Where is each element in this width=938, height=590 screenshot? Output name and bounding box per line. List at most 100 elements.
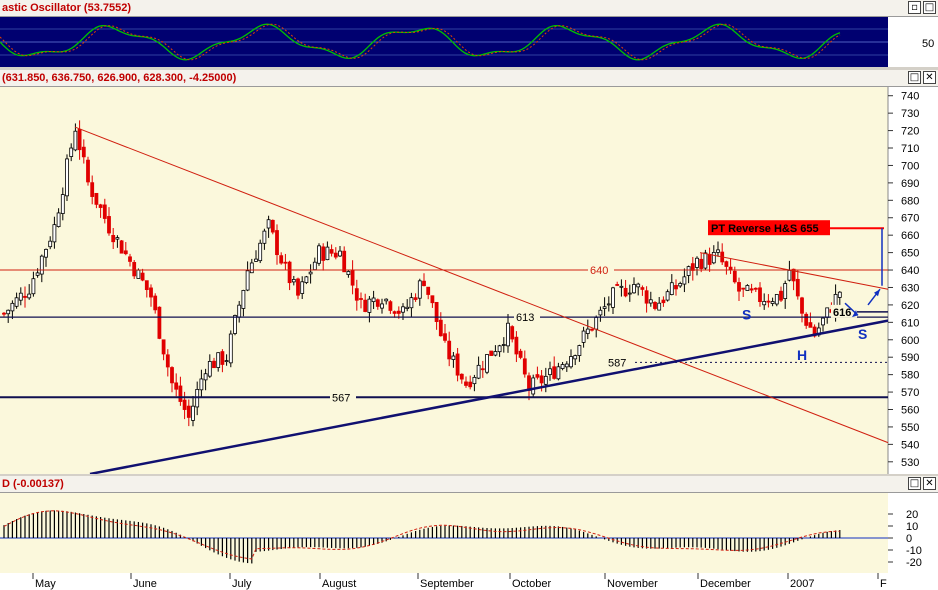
stochastic-maximize-button[interactable]: □ xyxy=(923,1,936,14)
month-label: June xyxy=(133,578,157,590)
candle-down xyxy=(447,340,452,360)
candle-up xyxy=(6,309,11,315)
price-tick-label: 650 xyxy=(901,248,919,260)
candle-down xyxy=(375,299,380,307)
candle-down xyxy=(392,311,397,314)
price-maximize-button[interactable]: □ xyxy=(908,71,921,84)
candle-up xyxy=(602,306,607,309)
candle-up xyxy=(569,356,573,368)
candle-down xyxy=(732,270,737,283)
candle-down xyxy=(102,204,107,219)
candle-up xyxy=(762,301,767,306)
candle-up xyxy=(770,301,775,304)
candle-down xyxy=(111,235,116,243)
candle-up xyxy=(577,345,582,356)
candle-up xyxy=(472,377,477,385)
candle-up xyxy=(476,364,481,379)
candle-up xyxy=(543,375,548,385)
hs-label-2: H xyxy=(797,347,807,363)
candle-up xyxy=(136,269,141,279)
candle-down xyxy=(144,280,149,290)
candle-up xyxy=(745,285,750,291)
candle-up xyxy=(69,147,74,157)
candle-up xyxy=(56,212,61,227)
candle-down xyxy=(270,219,275,233)
price-tick-label: 690 xyxy=(901,178,919,190)
month-label: F xyxy=(880,578,887,590)
candle-down xyxy=(98,204,103,208)
candle-down xyxy=(186,405,191,418)
candle-up xyxy=(312,261,317,271)
candle-up xyxy=(380,303,384,309)
macd-tick-label: 20 xyxy=(906,509,918,521)
candle-up xyxy=(497,345,502,353)
macd-plot: 20100-10-20 xyxy=(0,493,938,573)
candle-down xyxy=(510,326,515,340)
candle-down xyxy=(342,250,347,273)
macd-tick-label: 0 xyxy=(906,533,912,545)
month-label: December xyxy=(700,578,751,590)
month-axis: May June July August September October Novembe… xyxy=(0,573,938,590)
candle-down xyxy=(220,351,225,365)
candle-down xyxy=(804,313,809,326)
price-tick-label: 640 xyxy=(901,265,919,277)
level-613-label: 613 xyxy=(516,312,534,324)
candle-up xyxy=(409,297,414,309)
price-tick-label: 610 xyxy=(901,317,919,329)
candle-up xyxy=(627,292,632,295)
price-tick-label: 600 xyxy=(901,335,919,347)
candle-up xyxy=(825,307,830,318)
candle-up xyxy=(258,242,263,262)
candle-up xyxy=(325,246,330,261)
candle-down xyxy=(615,284,620,286)
candle-up xyxy=(774,294,779,305)
candle-up xyxy=(207,361,212,377)
candle-down xyxy=(468,381,473,388)
candle-up xyxy=(39,255,44,275)
candle-up xyxy=(556,366,561,380)
price-tick-label: 660 xyxy=(901,230,919,242)
candle-up xyxy=(308,271,313,275)
candle-up xyxy=(405,306,410,309)
candle-down xyxy=(535,374,540,378)
candle-up xyxy=(451,355,456,360)
price-tick-label: 670 xyxy=(901,213,919,225)
candle-up xyxy=(216,352,221,368)
candle-down xyxy=(459,373,464,380)
candle-down xyxy=(753,287,758,290)
candle-up xyxy=(241,290,246,309)
price-tick-label: 530 xyxy=(901,457,919,469)
macd-background xyxy=(0,493,888,573)
price-tick-label: 540 xyxy=(901,439,919,451)
macd-close-button[interactable]: ✕ xyxy=(923,477,936,490)
candle-down xyxy=(590,328,594,331)
candle-down xyxy=(350,269,355,286)
candle-down xyxy=(434,301,439,322)
price-plot-background xyxy=(0,87,888,474)
candle-down xyxy=(119,240,124,254)
stochastic-tick-label: 50 xyxy=(922,38,934,50)
macd-maximize-button[interactable]: □ xyxy=(908,477,921,490)
candle-up xyxy=(783,283,788,299)
candle-up xyxy=(338,250,342,257)
candle-up xyxy=(648,299,653,304)
candle-down xyxy=(157,306,162,339)
candle-down xyxy=(758,287,762,302)
price-close-button[interactable]: ✕ xyxy=(923,71,936,84)
price-tick-label: 710 xyxy=(901,143,919,155)
level-616-label: 616 xyxy=(833,307,851,319)
candle-down xyxy=(212,360,216,369)
price-plot: 530 540 550 560 570 580 590 600 610 620 630 640 650 6… xyxy=(0,87,938,474)
hs-label-1: S xyxy=(742,307,751,323)
month-label: August xyxy=(322,578,356,590)
candle-down xyxy=(279,255,284,264)
candle-down xyxy=(522,358,527,375)
stochastic-plot: 50 xyxy=(0,17,938,67)
stochastic-minimize-button[interactable]: ▫ xyxy=(908,1,921,14)
candle-up xyxy=(401,306,405,313)
month-label: November xyxy=(607,578,658,590)
candle-up xyxy=(560,364,565,369)
macd-title: D (-0.00137) xyxy=(2,478,64,490)
candle-up xyxy=(245,270,250,291)
candle-down xyxy=(724,261,729,267)
